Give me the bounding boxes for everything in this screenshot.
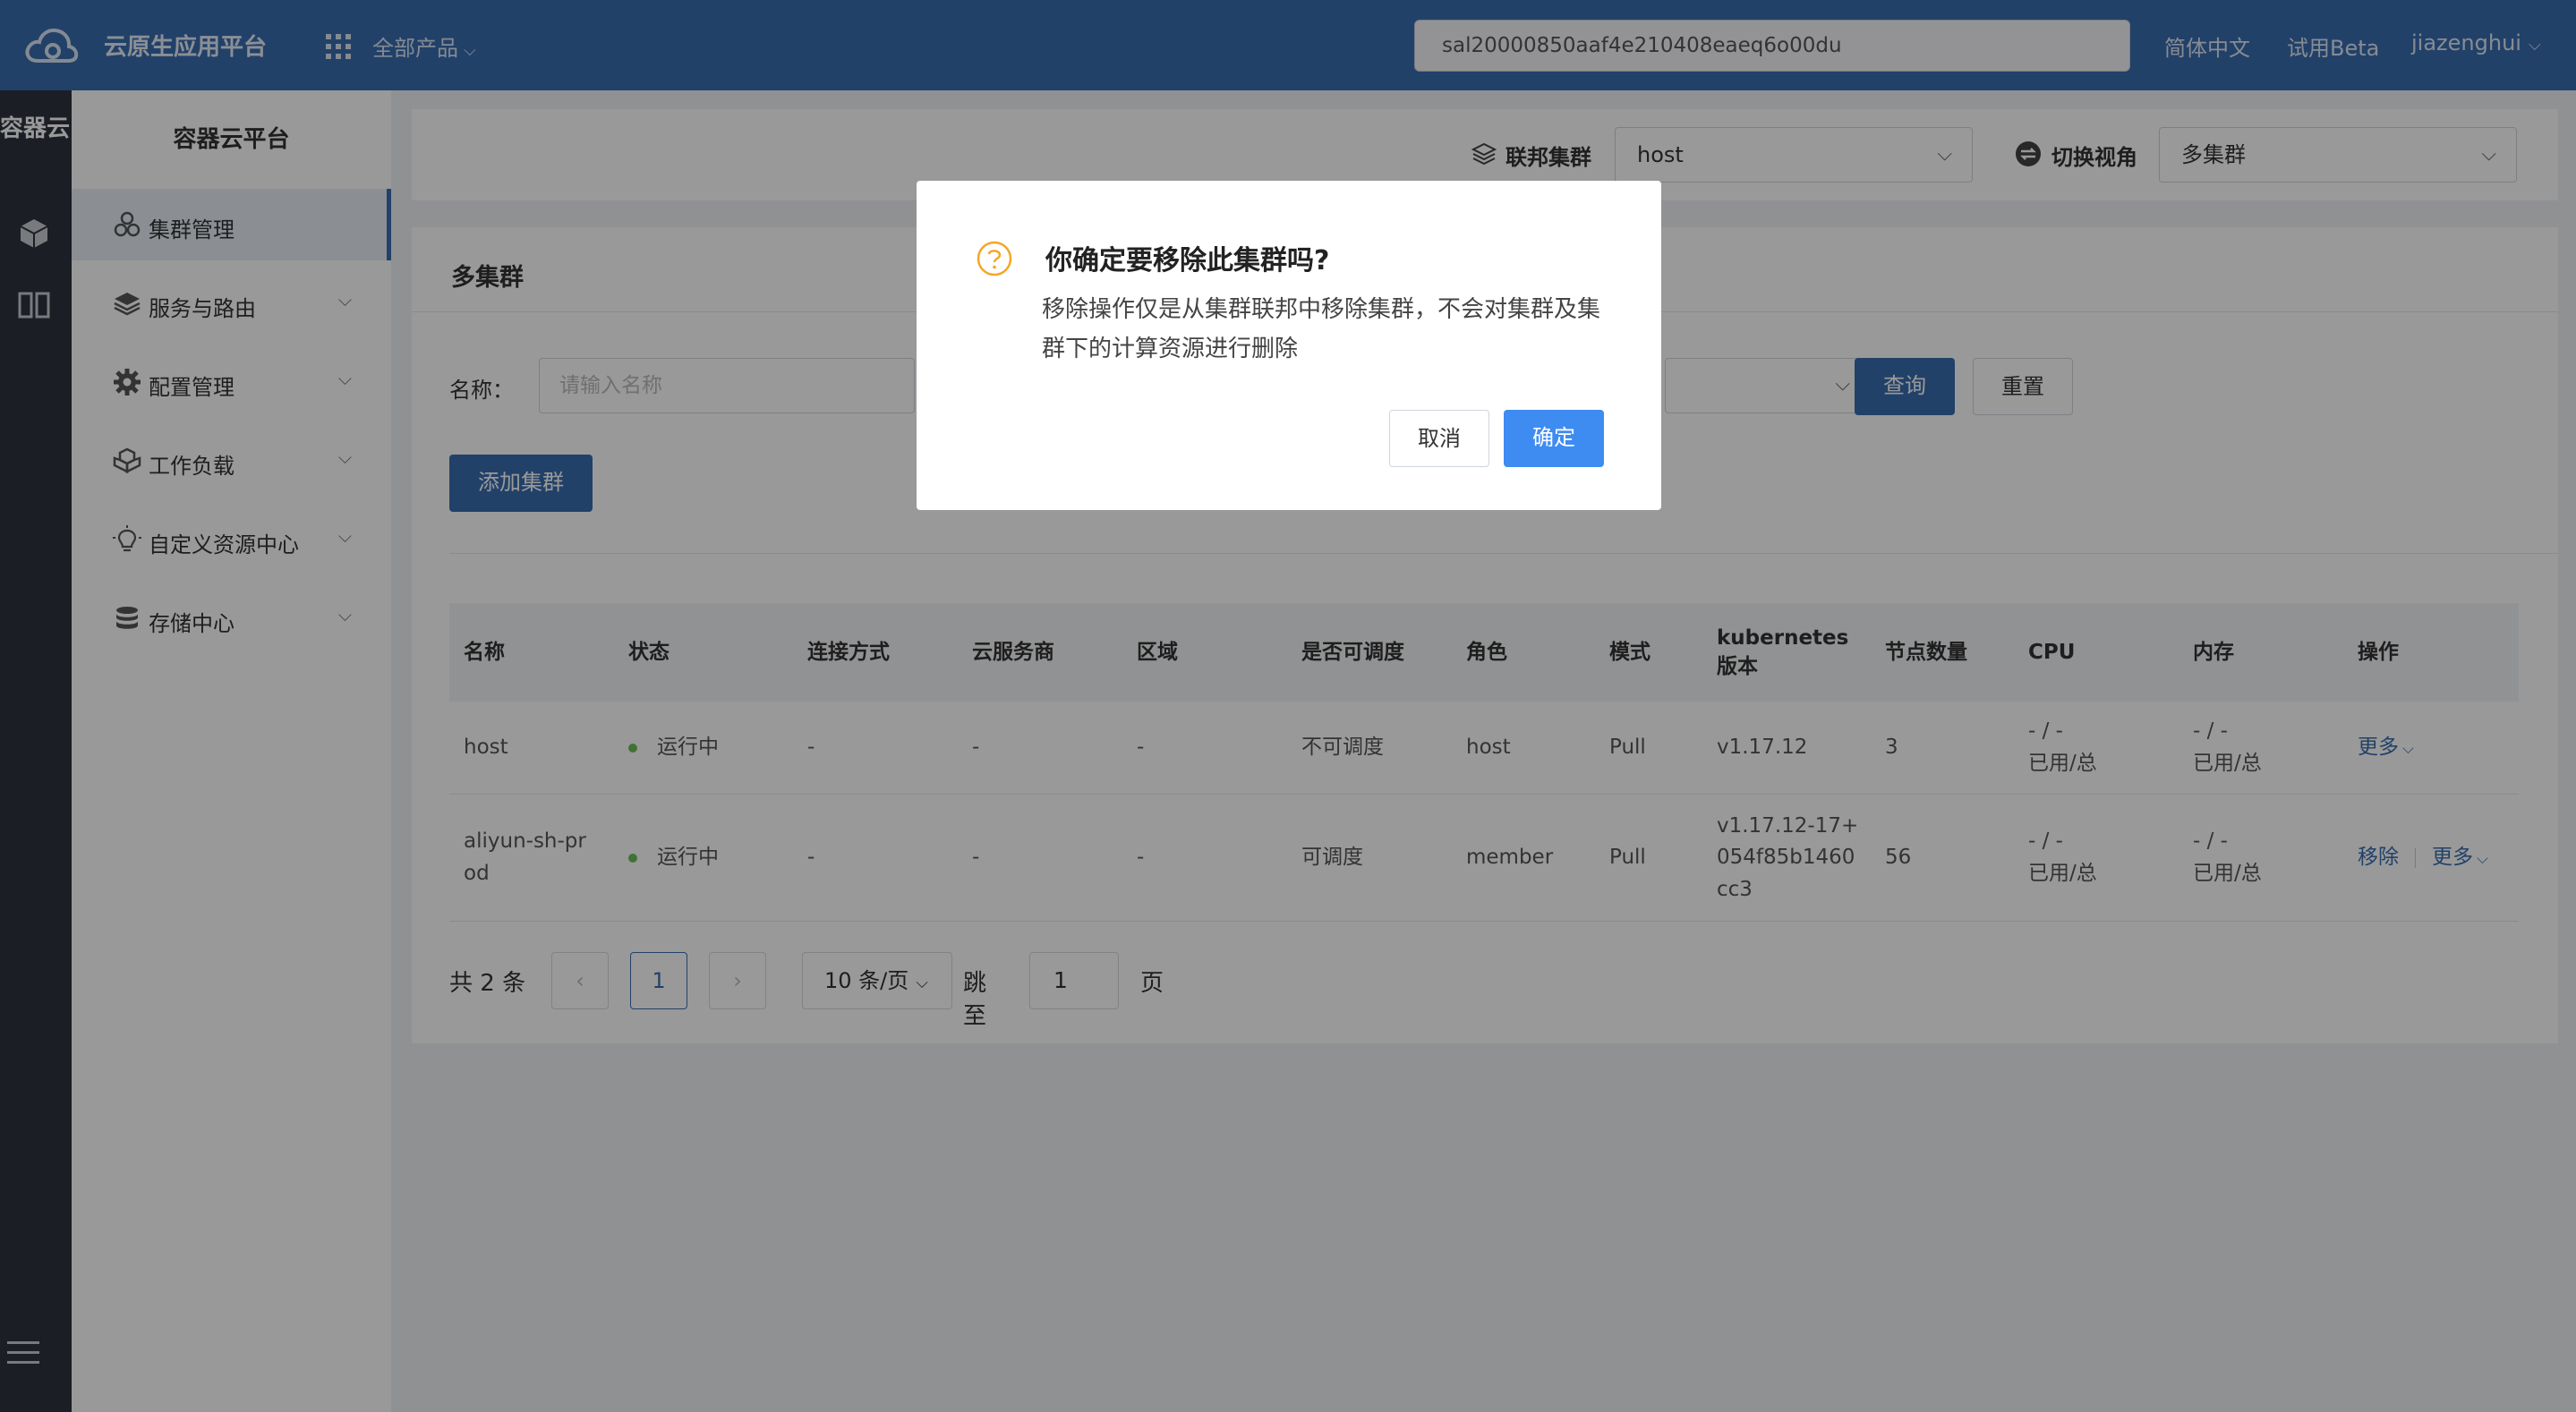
question-circle-icon [977, 241, 1012, 276]
dialog-message: 移除操作仅是从集群联邦中移除集群，不会对集群及集群下的计算资源进行删除 [1042, 296, 1601, 362]
cancel-button[interactable]: 取消 [1389, 410, 1489, 467]
confirm-remove-dialog: 你确定要移除此集群吗? 移除操作仅是从集群联邦中移除集群，不会对集群及集群下的计… [917, 181, 1661, 510]
confirm-button[interactable]: 确定 [1504, 410, 1604, 467]
dialog-title: 你确定要移除此集群吗? [1045, 245, 1330, 276]
